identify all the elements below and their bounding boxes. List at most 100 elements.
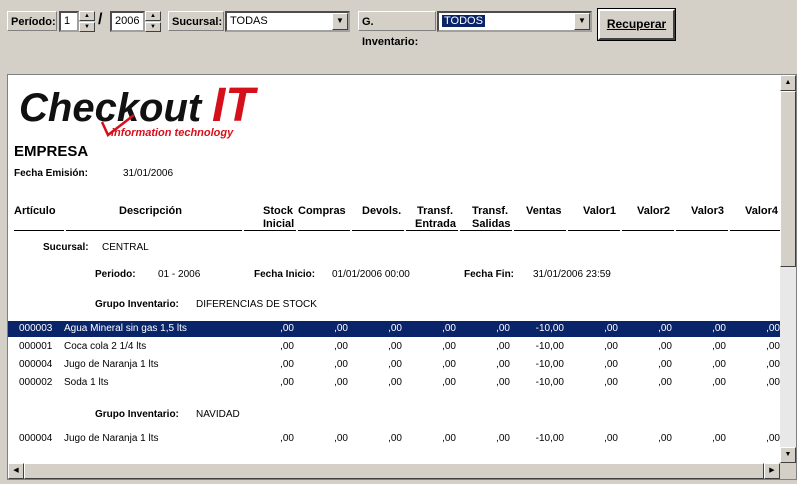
- cell-te: ,00: [442, 433, 456, 444]
- cell-v2: ,00: [658, 323, 672, 334]
- periodo-section-label: Periodo:: [95, 269, 136, 280]
- cell-v1: ,00: [604, 323, 618, 334]
- cell-code: 000002: [19, 377, 53, 388]
- cell-devols: ,00: [388, 377, 402, 388]
- col-valor1: Valor1: [583, 205, 617, 217]
- cell-desc: Agua Mineral sin gas 1,5 lts: [64, 323, 187, 334]
- periodo-year-spinner[interactable]: ▲ ▼: [145, 11, 161, 32]
- spin-up-icon[interactable]: ▲: [79, 11, 95, 21]
- filter-toolbar: Período: 1 ▲ ▼ / 2006 ▲ ▼ Sucursal: TODA…: [0, 0, 797, 70]
- fecha-emision-value: 31/01/2006: [123, 168, 174, 179]
- cell-code: 000003: [19, 323, 53, 334]
- col-transf-entrada: Transf.: [417, 205, 454, 217]
- periodo-label: Período:: [7, 11, 57, 31]
- table-row[interactable]: 000001 Coca cola 2 1/4 lts ,00 ,00 ,00 ,00 ,00…: [8, 339, 780, 355]
- header-underline: [514, 230, 566, 231]
- cell-v1: ,00: [604, 341, 618, 352]
- vertical-scroll-thumb[interactable]: [780, 91, 796, 267]
- cell-v1: ,00: [604, 359, 618, 370]
- periodo-year-input[interactable]: 2006: [110, 11, 145, 32]
- sucursal-label: Sucursal:: [168, 11, 224, 31]
- table-row[interactable]: 000004 Jugo de Naranja 1 lts ,00 ,00 ,00 ,00,…: [8, 357, 780, 373]
- col-compras: Compras: [298, 205, 346, 217]
- header-underline: [568, 230, 620, 231]
- header-underline: [244, 230, 296, 231]
- cell-ventas: -10,00: [535, 341, 564, 352]
- grupo-inventario-label: Grupo Inventario:: [95, 409, 179, 420]
- chevron-down-icon[interactable]: ▼: [574, 13, 590, 30]
- header-underline: [460, 230, 512, 231]
- sucursal-select[interactable]: TODAS ▼: [225, 11, 350, 32]
- table-row[interactable]: 000002 Soda 1 lts ,00 ,00 ,00 ,00 ,00 -10,00 ,00…: [8, 375, 780, 391]
- spin-down-icon[interactable]: ▼: [145, 22, 161, 32]
- vertical-scrollbar[interactable]: ▲ ▼: [780, 75, 796, 463]
- report-page: Checkout IT information technology EMPRE…: [8, 75, 780, 463]
- cell-ventas: -10,00: [535, 377, 564, 388]
- cell-devols: ,00: [388, 323, 402, 334]
- cell-desc: Jugo de Naranja 1 lts: [64, 359, 159, 370]
- cell-ts: ,00: [496, 341, 510, 352]
- col-ventas: Ventas: [526, 205, 562, 217]
- cell-stock: ,00: [280, 341, 294, 352]
- scroll-right-icon[interactable]: ▶: [764, 463, 780, 479]
- scroll-left-icon[interactable]: ◀: [8, 463, 24, 479]
- table-row[interactable]: 000003 Agua Mineral sin gas 1,5 lts ,00 ,00…: [8, 321, 780, 337]
- cell-devols: ,00: [388, 341, 402, 352]
- header-underline: [66, 230, 242, 231]
- header-underline: [730, 230, 780, 231]
- header-underline: [298, 230, 350, 231]
- col-transf-entrada-2: Entrada: [415, 218, 456, 230]
- col-valor4: Valor4: [745, 205, 779, 217]
- cell-v1: ,00: [604, 377, 618, 388]
- inventario-select[interactable]: TODOS ▼: [437, 11, 592, 32]
- cell-ventas: -10,00: [535, 323, 564, 334]
- cell-compras: ,00: [334, 377, 348, 388]
- recuperar-button[interactable]: Recuperar: [597, 8, 676, 41]
- cell-v2: ,00: [658, 377, 672, 388]
- col-transf-salidas-2: Salidas: [472, 218, 511, 230]
- cell-desc: Soda 1 lts: [64, 377, 109, 388]
- cell-stock: ,00: [280, 323, 294, 334]
- cell-compras: ,00: [334, 359, 348, 370]
- cell-v2: ,00: [658, 359, 672, 370]
- header-underline: [352, 230, 404, 231]
- fecha-inicio-value: 01/01/2006 00:00: [332, 269, 410, 280]
- periodo-separator: /: [98, 11, 103, 28]
- cell-stock: ,00: [280, 433, 294, 444]
- cell-stock: ,00: [280, 359, 294, 370]
- horizontal-scroll-thumb[interactable]: [24, 463, 764, 479]
- chevron-down-icon[interactable]: ▼: [332, 13, 348, 30]
- cell-ts: ,00: [496, 377, 510, 388]
- cell-te: ,00: [442, 377, 456, 388]
- cell-v1: ,00: [604, 433, 618, 444]
- table-row[interactable]: 000004 Jugo de Naranja 1 lts ,00 ,00 ,00 ,00,…: [8, 431, 780, 447]
- cell-code: 000001: [19, 341, 53, 352]
- grupo-inventario-label: Grupo Inventario:: [95, 299, 179, 310]
- company-name: EMPRESA: [14, 143, 89, 160]
- sucursal-section-label: Sucursal:: [43, 242, 89, 253]
- cell-v4: ,00: [766, 341, 780, 352]
- periodo-section-value: 01 - 2006: [158, 269, 201, 280]
- col-transf-salidas: Transf.: [472, 205, 509, 217]
- periodo-month-spinner[interactable]: ▲ ▼: [79, 11, 95, 32]
- report-viewer: Checkout IT information technology EMPRE…: [7, 74, 797, 480]
- col-stock-2: Inicial: [263, 218, 295, 230]
- cell-code: 000004: [19, 433, 53, 444]
- cell-v4: ,00: [766, 359, 780, 370]
- horizontal-scrollbar[interactable]: ◀ ▶: [8, 463, 780, 479]
- cell-v3: ,00: [712, 359, 726, 370]
- scrollbar-corner: [780, 463, 796, 479]
- scroll-up-icon[interactable]: ▲: [780, 75, 796, 91]
- cell-desc: Coca cola 2 1/4 lts: [64, 341, 147, 352]
- scroll-down-icon[interactable]: ▼: [780, 447, 796, 463]
- spin-down-icon[interactable]: ▼: [79, 22, 95, 32]
- cell-compras: ,00: [334, 323, 348, 334]
- periodo-month-input[interactable]: 1: [59, 11, 79, 32]
- spin-up-icon[interactable]: ▲: [145, 11, 161, 21]
- cell-v4: ,00: [766, 377, 780, 388]
- cell-devols: ,00: [388, 433, 402, 444]
- cell-te: ,00: [442, 341, 456, 352]
- logo-tagline: information technology: [111, 127, 234, 139]
- grupo-inventario-value: DIFERENCIAS DE STOCK: [196, 299, 317, 310]
- sucursal-value: TODAS: [230, 15, 268, 27]
